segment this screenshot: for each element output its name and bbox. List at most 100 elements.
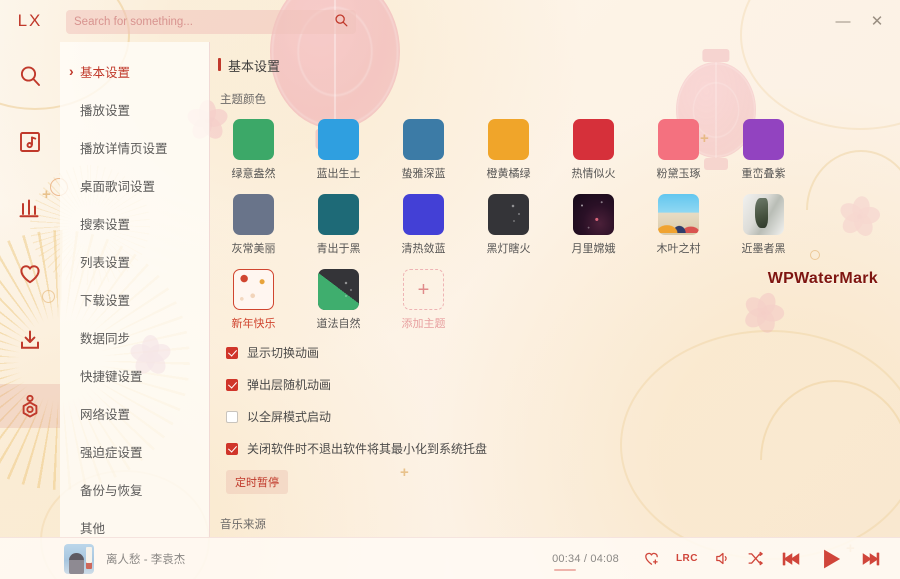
- checkbox[interactable]: [226, 442, 238, 455]
- title-bar: LX — ✕: [0, 0, 900, 42]
- theme-option-13[interactable]: 近墨者黑: [728, 194, 799, 256]
- settings-nav-item-7[interactable]: 数据同步: [60, 318, 209, 356]
- checkbox[interactable]: [226, 410, 238, 423]
- general-option-0[interactable]: 显示切换动画: [218, 344, 900, 361]
- theme-color-grid: 绿意盎然 蓝出生土 蛰雅深蓝 橙黄橘绿 热情似火 粉黛玉琢 重峦叠紫灰常美丽 青出于黑 清热敛蓝…: [218, 119, 878, 344]
- settings-nav-item-9[interactable]: 网络设置: [60, 394, 209, 432]
- theme-option-label: 蛰雅深蓝: [401, 168, 446, 180]
- theme-option-4[interactable]: 热情似火: [558, 119, 629, 181]
- theme-option-label: 添加主题: [401, 318, 446, 330]
- settings-nav-item-5[interactable]: 列表设置: [60, 242, 209, 280]
- theme-option-14[interactable]: 新年快乐: [218, 269, 289, 331]
- settings-nav-item-label: 强迫症设置: [80, 445, 143, 460]
- app-logo[interactable]: LX: [0, 11, 60, 31]
- timer-pause-button[interactable]: 定时暂停: [226, 470, 288, 494]
- theme-option-label: 黑灯瞎火: [486, 243, 531, 255]
- theme-option-label: 清热敛蓝: [401, 243, 446, 255]
- theme-thumbnail: [658, 194, 699, 235]
- settings-nav-item-6[interactable]: 下载设置: [60, 280, 209, 318]
- settings-nav-item-label: 桌面歌词设置: [80, 179, 156, 194]
- settings-nav-item-label: 播放设置: [80, 103, 131, 118]
- next-track-icon[interactable]: [860, 548, 882, 570]
- theme-option-0[interactable]: 绿意盎然: [218, 119, 289, 181]
- page-title: 基本设置: [218, 56, 900, 75]
- rail-item-settings[interactable]: [0, 384, 60, 428]
- ranking-chart-icon: [18, 196, 42, 220]
- add-theme-icon: +: [403, 269, 444, 310]
- search-bar[interactable]: [66, 10, 356, 34]
- settings-nav-item-3[interactable]: 桌面歌词设置: [60, 166, 209, 204]
- rail-item-ranking[interactable]: [0, 186, 60, 230]
- theme-swatch: [488, 119, 529, 160]
- settings-nav-list: 基本设置播放设置播放详情页设置桌面歌词设置搜索设置列表设置下载设置数据同步快捷键…: [60, 42, 210, 537]
- settings-nav-item-12[interactable]: 其他: [60, 508, 209, 537]
- rail-item-search[interactable]: [0, 54, 60, 98]
- theme-option-6[interactable]: 重峦叠紫: [728, 119, 799, 181]
- rail-item-download[interactable]: [0, 318, 60, 362]
- settings-nav-item-label: 下载设置: [80, 293, 131, 308]
- general-option-3[interactable]: 关闭软件时不退出软件将其最小化到系统托盘: [218, 440, 900, 457]
- theme-option-16[interactable]: + 添加主题: [388, 269, 459, 331]
- settings-nav-item-0[interactable]: 基本设置: [60, 52, 209, 90]
- player-bar: 离人愁 - 李袁杰 00:34 / 04:08 LRC: [0, 537, 900, 579]
- play-icon[interactable]: [818, 546, 844, 572]
- primary-nav-rail: [0, 42, 60, 537]
- theme-swatch: [658, 119, 699, 160]
- theme-option-label: 新年快乐: [231, 318, 276, 330]
- shuffle-icon[interactable]: [747, 550, 764, 567]
- rail-item-music-library[interactable]: [0, 120, 60, 164]
- theme-option-7[interactable]: 灰常美丽: [218, 194, 289, 256]
- checkbox[interactable]: [226, 346, 238, 359]
- settings-nav-item-label: 播放详情页设置: [80, 141, 168, 156]
- theme-option-label: 近墨者黑: [741, 243, 786, 255]
- general-option-2[interactable]: 以全屏模式启动: [218, 408, 900, 425]
- theme-thumbnail: [318, 269, 359, 310]
- theme-option-label: 橙黄橘绿: [486, 168, 531, 180]
- album-cover[interactable]: [64, 543, 94, 574]
- settings-nav-item-label: 网络设置: [80, 407, 131, 422]
- now-playing-title: 离人愁 - 李袁杰: [106, 553, 186, 566]
- general-option-label: 以全屏模式启动: [247, 410, 332, 424]
- settings-nav-item-label: 快捷键设置: [80, 369, 143, 384]
- theme-thumbnail: [573, 194, 614, 235]
- settings-nav-item-4[interactable]: 搜索设置: [60, 204, 209, 242]
- search-icon[interactable]: [334, 13, 348, 32]
- search-input[interactable]: [74, 16, 334, 28]
- settings-nav-item-8[interactable]: 快捷键设置: [60, 356, 209, 394]
- theme-option-label: 灰常美丽: [231, 243, 276, 255]
- settings-nav-item-label: 其他: [80, 521, 106, 536]
- window-controls: — ✕: [826, 0, 894, 42]
- theme-option-15[interactable]: 道法自然: [303, 269, 374, 331]
- theme-option-1[interactable]: 蓝出生土: [303, 119, 374, 181]
- playback-time: 00:34 / 04:08: [552, 552, 619, 571]
- add-to-favorites-icon[interactable]: [643, 550, 660, 567]
- theme-option-label: 青出于黑: [316, 243, 361, 255]
- theme-option-3[interactable]: 橙黄橘绿: [473, 119, 544, 181]
- theme-thumbnail: [233, 269, 274, 310]
- minimize-button[interactable]: —: [826, 6, 860, 36]
- lyrics-lrc-icon[interactable]: LRC: [676, 553, 698, 564]
- volume-icon[interactable]: [714, 550, 731, 567]
- settings-nav-item-label: 备份与恢复: [80, 483, 143, 498]
- theme-option-8[interactable]: 青出于黑: [303, 194, 374, 256]
- settings-nav-item-1[interactable]: 播放设置: [60, 90, 209, 128]
- theme-option-12[interactable]: 木叶之村: [643, 194, 714, 256]
- close-button[interactable]: ✕: [860, 6, 894, 36]
- settings-nav-item-label: 列表设置: [80, 255, 131, 270]
- theme-option-label: 绿意盎然: [231, 168, 276, 180]
- theme-option-5[interactable]: 粉黛玉琢: [643, 119, 714, 181]
- rail-item-favorites[interactable]: [0, 252, 60, 296]
- theme-option-label: 蓝出生土: [316, 168, 361, 180]
- settings-nav-item-10[interactable]: 强迫症设置: [60, 432, 209, 470]
- checkbox[interactable]: [226, 378, 238, 391]
- theme-swatch: [403, 194, 444, 235]
- settings-nav-item-11[interactable]: 备份与恢复: [60, 470, 209, 508]
- previous-track-icon[interactable]: [780, 548, 802, 570]
- general-option-1[interactable]: 弹出层随机动画: [218, 376, 900, 393]
- theme-option-9[interactable]: 清热敛蓝: [388, 194, 459, 256]
- theme-option-label: 月里嫦娥: [571, 243, 616, 255]
- theme-option-2[interactable]: 蛰雅深蓝: [388, 119, 459, 181]
- theme-option-11[interactable]: 月里嫦娥: [558, 194, 629, 256]
- theme-option-10[interactable]: 黑灯瞎火: [473, 194, 544, 256]
- settings-nav-item-2[interactable]: 播放详情页设置: [60, 128, 209, 166]
